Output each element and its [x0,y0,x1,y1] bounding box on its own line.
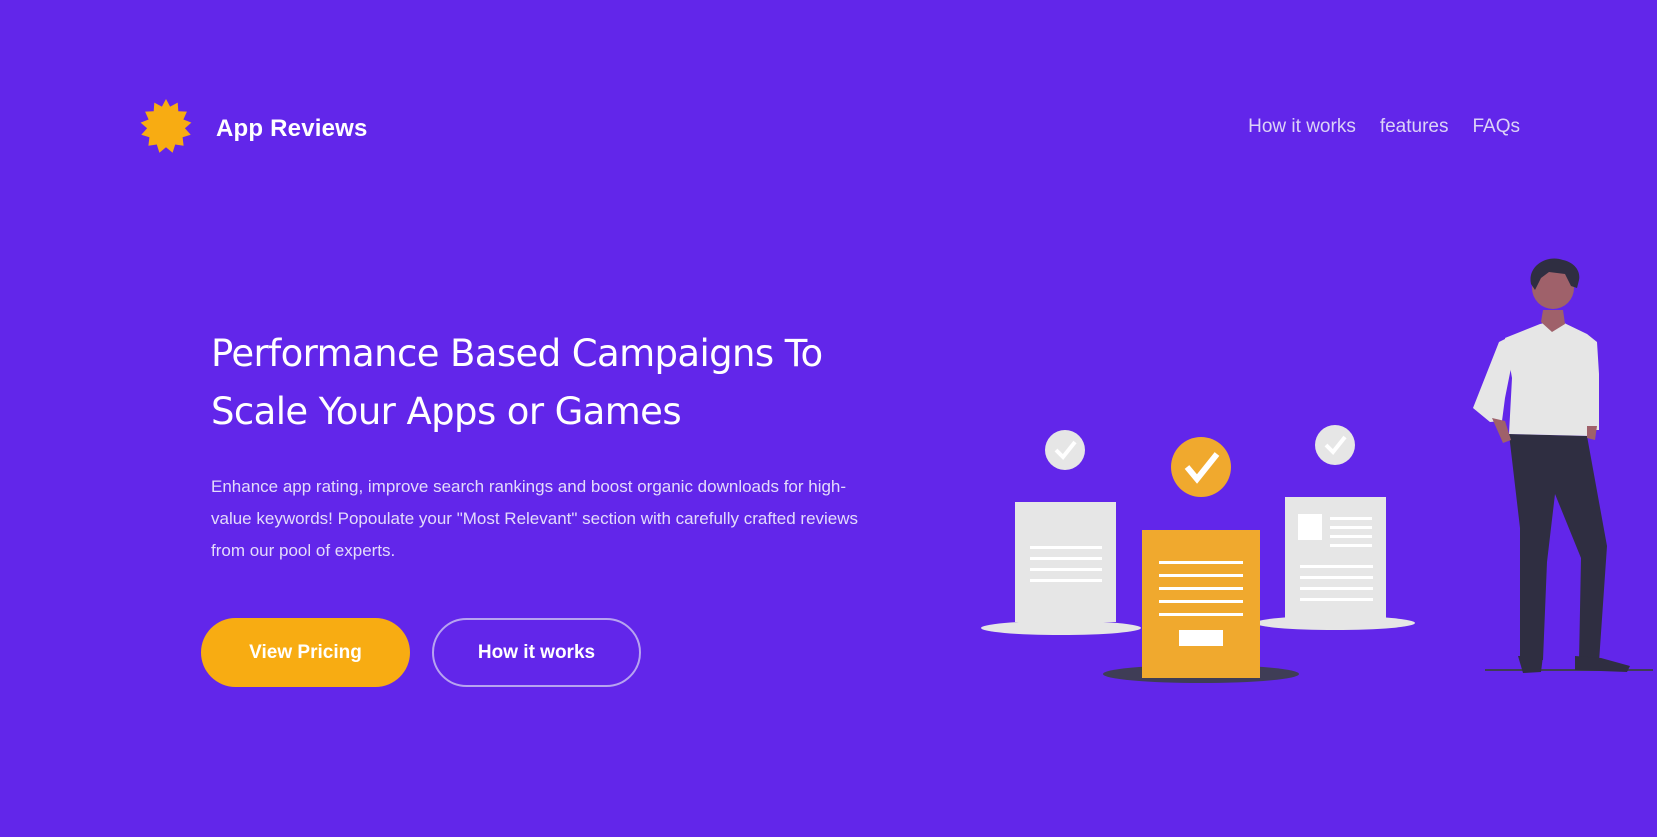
nav-features[interactable]: features [1380,116,1449,138]
logo-link[interactable]: App Reviews [135,98,368,160]
view-pricing-button[interactable]: View Pricing [201,618,410,687]
right-check-icon [1315,425,1355,465]
hero-title-line2: Scale Your Apps or Games [211,390,682,433]
hero-title-line1: Performance Based Campaigns To [211,332,823,375]
center-check-icon [1171,437,1231,497]
hero-section: Performance Based Campaigns To Scale You… [211,325,871,567]
standing-person [1473,258,1653,673]
right-document [1285,497,1386,619]
landing-page: App Reviews How it works features FAQs P… [0,0,1657,837]
how-it-works-button[interactable]: How it works [432,618,641,687]
review-documents-illustration [981,258,1653,683]
logo-text: App Reviews [216,115,368,142]
left-document-shadow [981,621,1141,635]
sun-badge-icon [140,99,192,153]
nav-how-it-works[interactable]: How it works [1248,116,1356,138]
hero-description: Enhance app rating, improve search ranki… [211,477,859,560]
nav-faqs[interactable]: FAQs [1472,116,1520,138]
main-nav: How it works features FAQs [1248,116,1520,138]
left-check-icon [1045,430,1085,470]
hero-title: Performance Based Campaigns To Scale You… [211,325,871,441]
left-document [1015,502,1116,622]
hero-buttons: View Pricing How it works [201,618,641,687]
center-document [1142,530,1260,678]
